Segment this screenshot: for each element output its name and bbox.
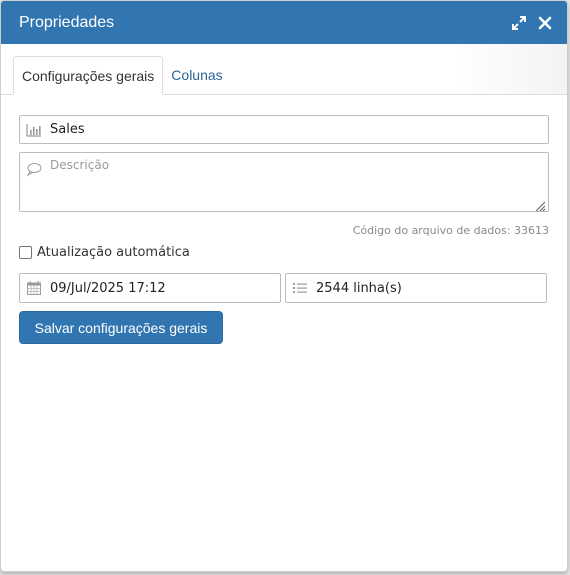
- list-icon: [292, 280, 308, 296]
- rows-field[interactable]: [285, 273, 547, 303]
- close-icon[interactable]: [537, 15, 553, 31]
- date-input[interactable]: [50, 280, 272, 296]
- dialog-title: Propriedades: [19, 13, 115, 31]
- description-input[interactable]: [50, 158, 540, 206]
- tab-general-settings[interactable]: Configurações gerais: [13, 56, 164, 95]
- rows-input[interactable]: [316, 280, 538, 296]
- dialog-titlebar: Propriedades: [1, 1, 567, 44]
- name-input[interactable]: [50, 122, 540, 137]
- speech-bubble-icon: [26, 161, 42, 177]
- expand-icon[interactable]: [511, 15, 527, 31]
- properties-dialog: Propriedades Configurações gerais Coluna…: [0, 0, 568, 572]
- description-field[interactable]: [19, 152, 549, 212]
- auto-update-checkbox[interactable]: [19, 246, 32, 259]
- save-general-settings-button[interactable]: Salvar configurações gerais: [19, 311, 223, 344]
- resize-grip-icon[interactable]: [534, 197, 546, 212]
- auto-update-label[interactable]: Atualização automática: [37, 245, 190, 260]
- tab-content: Código do arquivo de dados: 33613 Atuali…: [1, 95, 567, 344]
- tab-bar: Configurações gerais Colunas: [1, 44, 567, 95]
- name-field[interactable]: [19, 115, 549, 144]
- info-row: [19, 273, 549, 303]
- date-field[interactable]: [19, 273, 281, 303]
- data-file-code: Código do arquivo de dados: 33613: [352, 224, 549, 237]
- bar-chart-icon: [26, 122, 42, 138]
- calendar-icon: [26, 280, 42, 296]
- auto-update-row: Atualização automática: [19, 245, 549, 260]
- title-actions: [511, 15, 553, 31]
- tab-columns[interactable]: Colunas: [163, 56, 230, 94]
